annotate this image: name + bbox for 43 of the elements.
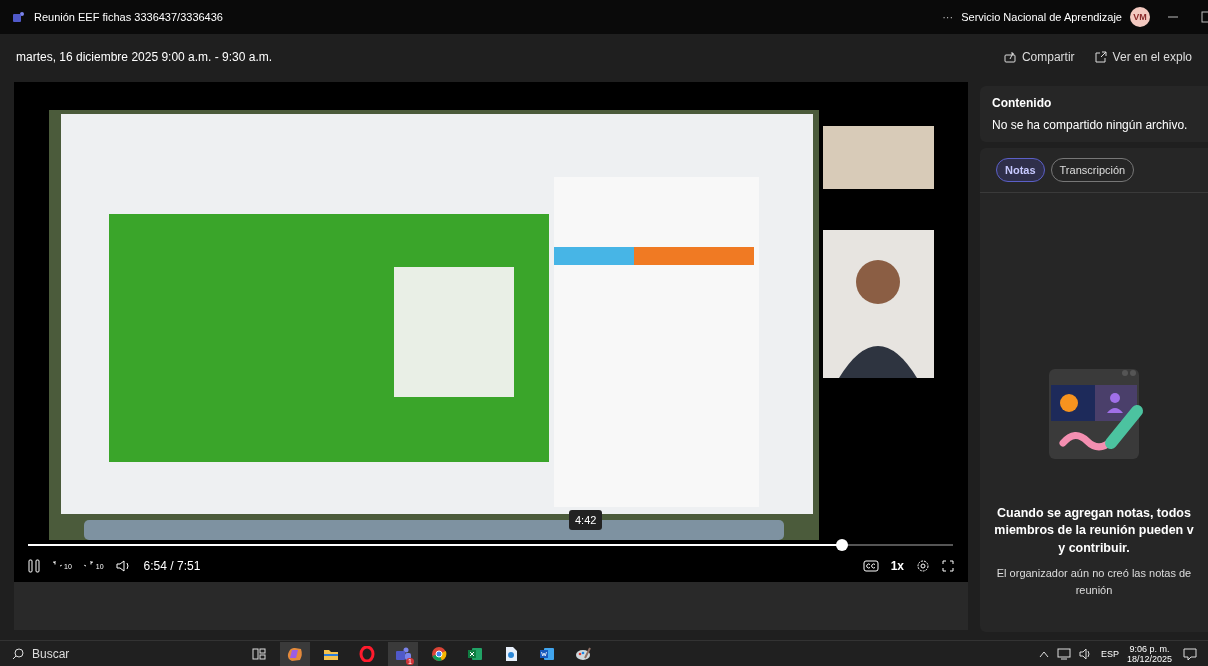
notifications-icon[interactable] <box>1180 646 1200 661</box>
seek-tooltip: 4:42 <box>569 510 603 530</box>
search-field[interactable]: Buscar <box>8 642 238 665</box>
speed-button[interactable]: 1x <box>890 559 904 573</box>
paint-palette-icon <box>575 645 591 662</box>
teams-icon <box>12 11 26 23</box>
fullscreen-button[interactable] <box>942 560 954 572</box>
volume-icon[interactable] <box>1078 647 1093 660</box>
content-message: No se ha compartido ningún archivo. <box>992 118 1189 132</box>
notes-message: El organizador aún no creó las notas de reunión <box>996 566 1192 598</box>
word-icon <box>539 646 555 661</box>
search-icon <box>12 647 24 660</box>
user-avatar[interactable]: VM <box>1130 7 1150 27</box>
clock-date[interactable]: 18/12/2025 <box>1126 653 1172 664</box>
spreadsheet-icon <box>467 646 483 661</box>
pause-button[interactable] <box>28 559 40 573</box>
open-external-icon <box>1094 51 1107 63</box>
taskbar-app[interactable] <box>280 641 310 666</box>
browser-icon <box>431 645 447 662</box>
settings-button[interactable] <box>916 559 930 573</box>
meeting-date: martes, 16 diciembre 2025 9:00 a.m. - 9:30 a.m. <box>16 50 273 64</box>
playback-time: 6:54 / 7:51 <box>143 559 201 573</box>
more-options[interactable]: ··· <box>942 11 954 23</box>
share-button[interactable]: Compartir <box>1003 50 1075 64</box>
copilot-icon <box>286 645 304 662</box>
opera-icon <box>359 645 375 662</box>
captions-button[interactable] <box>862 560 879 572</box>
notes-tab[interactable]: Notas <box>996 158 1045 182</box>
volume-button[interactable] <box>115 559 132 573</box>
content-title: Contenido <box>992 96 1053 110</box>
window-title: Reunión EEF fichas 3336437/3336436 <box>34 11 223 23</box>
clock-time[interactable]: 9:06 p. m. <box>1129 643 1170 654</box>
language-indicator[interactable]: ESP <box>1100 648 1119 659</box>
notes-heading: Cuando se agregan notas, todos miembros de la reunión pueden v y contribuir. <box>994 504 1194 557</box>
seek-handle[interactable] <box>836 539 848 551</box>
share-icon <box>1003 51 1016 63</box>
organization-name: Servicio Nacional de Aprendizaje <box>961 11 1122 23</box>
teams-icon <box>394 645 412 662</box>
task-view-icon <box>252 647 266 660</box>
document-icon <box>504 645 518 662</box>
network-icon[interactable] <box>1056 647 1071 660</box>
open-button[interactable]: Ver en el explo <box>1094 50 1192 64</box>
caret-up-icon[interactable] <box>1038 649 1049 658</box>
